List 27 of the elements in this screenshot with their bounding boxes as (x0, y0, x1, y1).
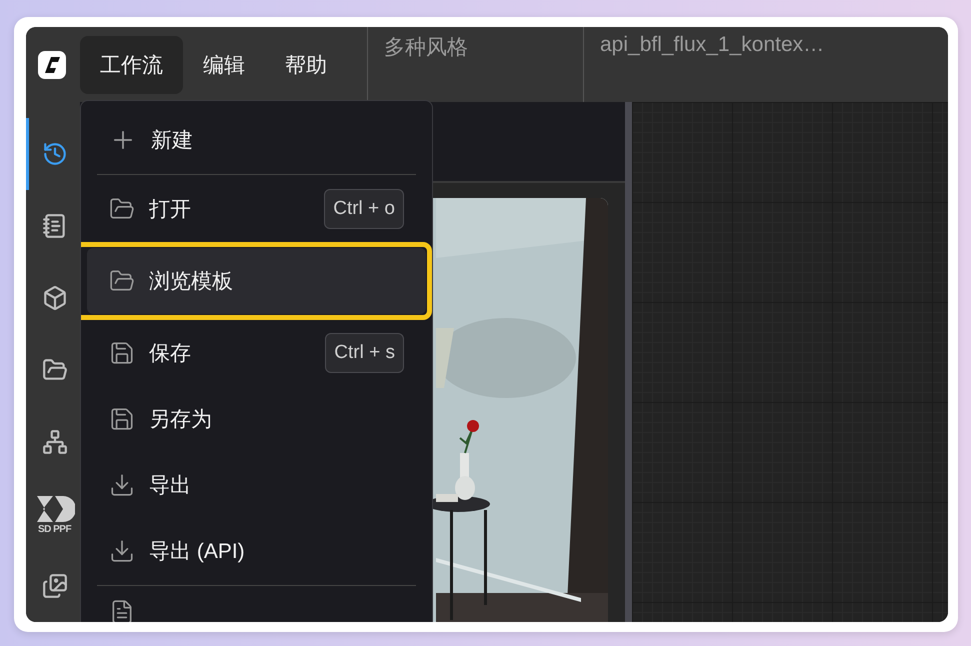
menu-item[interactable]: 导出 (87, 452, 426, 518)
sd-logo-button[interactable]: SD PPF (26, 478, 80, 550)
cube-icon (42, 285, 68, 311)
menu-item[interactable]: 导出 (API) (87, 518, 426, 584)
hierarchy-icon (42, 429, 68, 455)
logo-caption: SD PPF (38, 524, 72, 534)
menu-item[interactable]: 新建 (87, 107, 426, 173)
save-icon (109, 406, 135, 432)
menu-tab[interactable]: 编辑 (183, 36, 265, 94)
menu-tab[interactable]: 工作流 (80, 36, 183, 94)
menu-item[interactable]: 浏览模板 (87, 248, 426, 314)
node-canvas[interactable] (632, 102, 948, 622)
notebook-icon (42, 213, 68, 239)
menu-item[interactable]: 保存 Ctrl + s (87, 320, 426, 386)
shortcut-key: Ctrl + s (325, 333, 404, 373)
app-logo[interactable] (38, 50, 66, 78)
menu-tab[interactable]: 帮助 (265, 36, 347, 94)
menu-item[interactable]: 打开 Ctrl + o (87, 176, 426, 242)
menu-item[interactable]: 另存为 (87, 386, 426, 452)
download-icon (109, 538, 135, 564)
history-icon (42, 141, 68, 167)
logo-icon (42, 54, 62, 74)
shortcut-key: Ctrl + o (324, 189, 404, 229)
save-icon (109, 340, 135, 366)
download-icon (109, 472, 135, 498)
sd-logo-icon (34, 494, 74, 524)
images-icon (42, 573, 68, 599)
